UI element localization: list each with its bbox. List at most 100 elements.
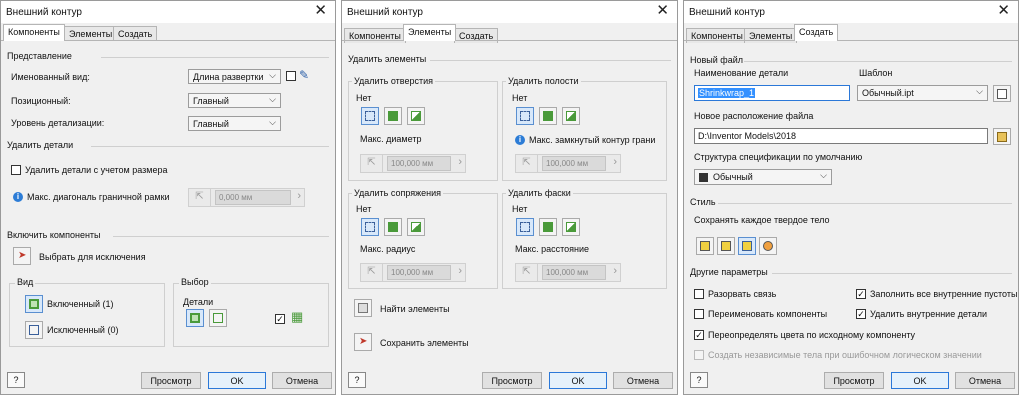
range-icon <box>411 222 421 232</box>
parts-label: Детали <box>183 297 214 307</box>
none-icon <box>520 111 530 121</box>
rename-checkbox[interactable] <box>694 309 704 319</box>
remove-internal-checkbox[interactable]: ✓ <box>856 309 866 319</box>
cavities-max-input: ⇱ 100,000 мм › <box>515 154 621 173</box>
tab-features[interactable]: Элементы <box>744 28 798 43</box>
fillets-title: Удалить сопряжения <box>352 188 444 198</box>
button-bar: ? Просмотр OK Отмена <box>1 366 335 394</box>
part-filter-icon <box>213 313 223 323</box>
cancel-button[interactable]: Отмена <box>955 372 1015 389</box>
cancel-button[interactable]: Отмена <box>613 372 673 389</box>
part-name-input[interactable]: Shrinkwrap_1 <box>694 85 850 101</box>
fill-voids-label: Заполнить все внутренние пустоты <box>870 289 1018 299</box>
style-single-button[interactable] <box>696 237 714 255</box>
chevron-right-icon: › <box>613 265 617 277</box>
tab-create[interactable]: Создать <box>454 28 499 43</box>
style-multiple-button[interactable] <box>717 237 735 255</box>
cavities-title: Удалить полости <box>506 76 581 86</box>
holes-range-button[interactable] <box>407 107 425 125</box>
tab-components[interactable]: Компоненты <box>686 28 748 43</box>
cursor-icon: ⇱ <box>516 155 538 172</box>
fillets-range-button[interactable] <box>407 218 425 236</box>
holes-all-button[interactable] <box>384 107 402 125</box>
fillets-all-button[interactable] <box>384 218 402 236</box>
holes-none-button[interactable] <box>361 107 379 125</box>
tab-create[interactable]: Создать <box>113 26 158 41</box>
ok-button[interactable]: OK <box>549 372 607 389</box>
parts-filter-button[interactable] <box>209 309 227 327</box>
help-button[interactable]: ? <box>7 372 25 388</box>
positional-label: Позиционный: <box>11 96 71 106</box>
chamfers-all-button[interactable] <box>539 218 557 236</box>
close-icon[interactable]: ✕ <box>997 3 1010 19</box>
included-view-button[interactable] <box>25 295 43 313</box>
help-button[interactable]: ? <box>348 372 366 388</box>
override-colors-checkbox[interactable]: ✓ <box>694 330 704 340</box>
keep-features-button[interactable]: ➤ <box>354 333 372 351</box>
range-icon <box>411 111 421 121</box>
bom-dropdown[interactable]: Обычный ⌵ <box>694 169 832 185</box>
template-dropdown[interactable]: Обычный.ipt ⌵ <box>857 85 988 101</box>
close-icon[interactable]: ✕ <box>314 3 327 19</box>
fill-voids-checkbox[interactable]: ✓ <box>856 289 866 299</box>
detail-level-label: Уровень детализации: <box>11 118 105 128</box>
location-browse-button[interactable] <box>993 128 1011 145</box>
none-icon <box>520 222 530 232</box>
tab-components[interactable]: Компоненты <box>3 24 65 41</box>
named-view-dropdown[interactable]: Длина развертки ⌵ <box>188 69 281 84</box>
remove-by-size-checkbox[interactable] <box>11 165 21 175</box>
ok-button[interactable]: OK <box>891 372 949 389</box>
cavities-all-button[interactable] <box>539 107 557 125</box>
chamfers-none-button[interactable] <box>516 218 534 236</box>
cavities-none-button[interactable] <box>516 107 534 125</box>
cursor-icon: ➤ <box>18 250 27 261</box>
break-link-checkbox[interactable]: ✓ <box>694 289 704 299</box>
close-icon[interactable]: ✕ <box>656 3 669 19</box>
max-diagonal-input: ⇱ 0,000 мм › <box>188 188 305 207</box>
parts-checkbox[interactable]: ✓ <box>275 314 285 324</box>
chamfers-max-label: Макс. расстояние <box>515 244 590 254</box>
preview-button[interactable]: Просмотр <box>482 372 542 389</box>
holes-max-label: Макс. диаметр <box>360 134 422 144</box>
tab-features[interactable]: Элементы <box>403 24 457 41</box>
location-input[interactable]: D:\Inventor Models\2018 <box>694 128 988 144</box>
template-browse-button[interactable] <box>993 85 1011 102</box>
parts-select-button[interactable] <box>186 309 204 327</box>
shrinkwrap-dialog-features: Внешний контур ✕ Компоненты Элементы Соз… <box>341 0 678 395</box>
style-each-body-button[interactable] <box>738 237 756 255</box>
cancel-button[interactable]: Отмена <box>272 372 332 389</box>
named-view-label: Именованный вид: <box>11 72 90 82</box>
pencil-icon[interactable]: ✎ <box>299 68 309 82</box>
range-icon <box>566 111 576 121</box>
tab-create[interactable]: Создать <box>794 24 839 41</box>
chamfers-range-button[interactable] <box>562 218 580 236</box>
tab-strip: Компоненты Элементы Создать <box>1 23 335 41</box>
fillets-none-button[interactable] <box>361 218 379 236</box>
preview-button[interactable]: Просмотр <box>141 372 201 389</box>
rename-label: Переименовать компоненты <box>708 309 828 319</box>
select-exclude-button[interactable]: ➤ <box>13 247 31 265</box>
named-view-checkbox[interactable] <box>286 71 296 81</box>
location-label: Новое расположение файла <box>694 111 814 121</box>
preview-button[interactable]: Просмотр <box>824 372 884 389</box>
tab-features[interactable]: Элементы <box>64 26 118 41</box>
cavities-range-button[interactable] <box>562 107 580 125</box>
style-surface-button[interactable] <box>759 237 777 255</box>
ok-button[interactable]: OK <box>208 372 266 389</box>
find-features-button[interactable] <box>354 299 372 317</box>
holes-none-label: Нет <box>356 93 372 103</box>
chevron-right-icon: › <box>458 265 462 277</box>
divider <box>744 61 1012 62</box>
excluded-view-button[interactable] <box>25 321 43 339</box>
chevron-right-icon: › <box>458 156 462 168</box>
included-icon <box>29 299 39 309</box>
positional-dropdown[interactable]: Главный ⌵ <box>188 93 281 108</box>
cavities-max-label: Макс. замкнутый контур грани <box>529 135 656 145</box>
grid-icon[interactable]: ▦ <box>291 310 303 323</box>
detail-level-dropdown[interactable]: Главный ⌵ <box>188 116 281 131</box>
chevron-down-icon: ⌵ <box>820 170 827 180</box>
keep-each-label: Сохранять каждое твердое тело <box>694 215 830 225</box>
help-button[interactable]: ? <box>690 372 708 388</box>
tab-components[interactable]: Компоненты <box>344 28 406 43</box>
none-icon <box>365 111 375 121</box>
